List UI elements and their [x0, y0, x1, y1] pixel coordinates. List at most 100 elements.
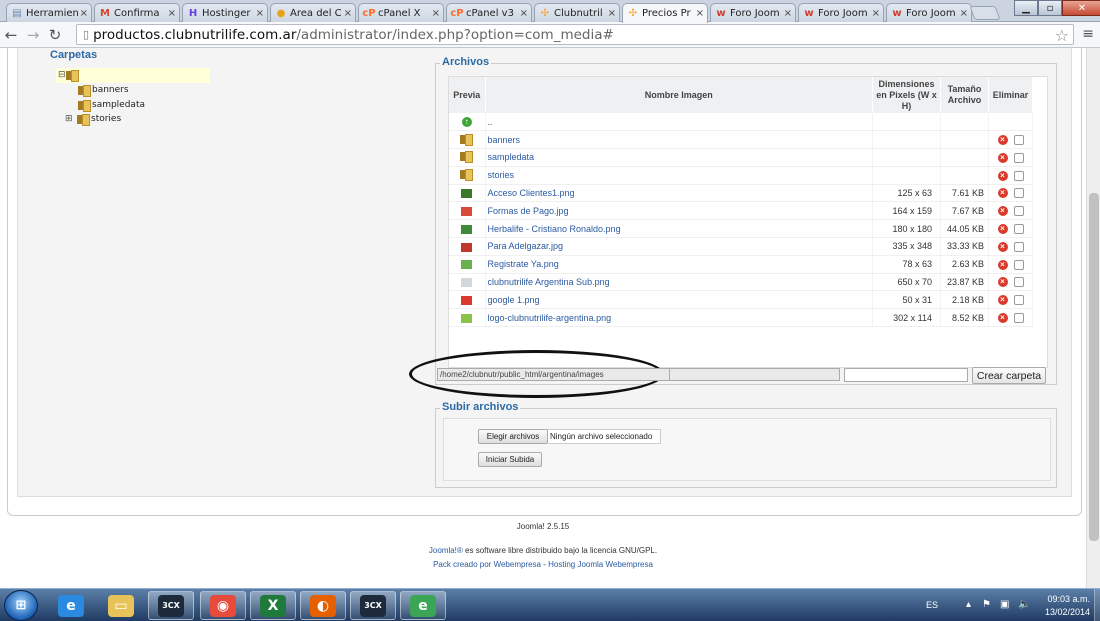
- close-tab-icon[interactable]: ×: [432, 8, 440, 19]
- image-thumbnail[interactable]: [461, 313, 473, 323]
- menu-icon[interactable]: ≡: [1082, 26, 1094, 42]
- folder-icon[interactable]: [459, 169, 473, 182]
- delete-checkbox[interactable]: [1013, 188, 1024, 199]
- delete-checkbox[interactable]: [1013, 259, 1024, 270]
- file-name-link[interactable]: banners: [485, 130, 873, 150]
- delete-icon[interactable]: ×: [997, 259, 1008, 270]
- tree-item-sampledata[interactable]: sampledata: [78, 100, 145, 112]
- delete-checkbox[interactable]: [1013, 135, 1024, 145]
- image-thumbnail[interactable]: [461, 189, 473, 199]
- minimize-button[interactable]: ▁: [1014, 0, 1038, 16]
- browser-tab[interactable]: w Foro Joom ×: [886, 3, 972, 22]
- delete-icon[interactable]: ×: [997, 241, 1008, 252]
- table-row[interactable]: Registrate Ya.png 78 x 63 2.63 KB ×: [449, 255, 1033, 274]
- close-tab-icon[interactable]: ×: [80, 8, 88, 19]
- close-tab-icon[interactable]: ×: [960, 8, 968, 19]
- scrollbar-thumb[interactable]: [1089, 193, 1099, 541]
- close-tab-icon[interactable]: ×: [168, 8, 176, 19]
- delete-checkbox[interactable]: [1013, 223, 1024, 234]
- close-tab-icon[interactable]: ×: [344, 8, 352, 19]
- image-thumbnail[interactable]: [461, 242, 473, 252]
- table-row[interactable]: logo-clubnutrilife-argentina.png 302 x 11…: [449, 308, 1033, 328]
- file-name-link[interactable]: sampledata: [485, 148, 873, 167]
- 3cx-icon[interactable]: 3CX: [148, 591, 194, 620]
- choose-files-button[interactable]: Elegir archivos: [478, 429, 548, 444]
- table-row[interactable]: Herbalife - Cristiano Ronaldo.png 180 x 1…: [449, 219, 1033, 239]
- explorer-icon[interactable]: ▭: [98, 591, 144, 620]
- image-thumbnail[interactable]: [461, 206, 473, 216]
- show-desktop-button[interactable]: [1094, 589, 1100, 621]
- tree-item-stories[interactable]: ⊞ stories: [65, 114, 121, 126]
- joomla-link[interactable]: Joomla!®: [429, 546, 463, 555]
- excel-icon[interactable]: X: [250, 591, 296, 620]
- address-bar[interactable]: ▯ productos.clubnutrilife.com.ar/adminis…: [76, 24, 1074, 45]
- maximize-button[interactable]: ▫: [1038, 0, 1062, 16]
- ie-icon[interactable]: e: [48, 591, 94, 620]
- file-name-link[interactable]: logo-clubnutrilife-argentina.png: [485, 308, 873, 328]
- tray-expand-icon[interactable]: ▴: [966, 599, 971, 610]
- image-thumbnail[interactable]: [461, 260, 473, 270]
- browser-tab[interactable]: ✣ Clubnutril ×: [534, 3, 620, 22]
- reload-icon[interactable]: ↻: [44, 26, 66, 44]
- file-name-link[interactable]: Acceso Clientes1.png: [485, 184, 873, 203]
- table-row[interactable]: google 1.png 50 x 31 2.18 KB ×: [449, 290, 1033, 310]
- table-row[interactable]: sampledata ×: [449, 148, 1033, 167]
- delete-checkbox[interactable]: [1013, 206, 1024, 217]
- close-tab-icon[interactable]: ×: [256, 8, 264, 19]
- browser-tab[interactable]: ● Área del C ×: [270, 3, 356, 22]
- browser-tab[interactable]: cP cPanel X ×: [358, 3, 444, 22]
- browser-tab[interactable]: M Confirma ×: [94, 3, 180, 22]
- close-tab-icon[interactable]: ×: [520, 8, 528, 19]
- close-tab-icon[interactable]: ×: [696, 8, 704, 19]
- close-tab-icon[interactable]: ×: [608, 8, 616, 19]
- file-name-link[interactable]: Para Adelgazar.jpg: [485, 237, 873, 256]
- delete-icon[interactable]: ×: [997, 277, 1008, 288]
- file-name-link[interactable]: Formas de Pago.jpg: [485, 201, 873, 221]
- globe-icon[interactable]: e: [400, 591, 446, 620]
- browser-tab[interactable]: cP cPanel v3 ×: [446, 3, 532, 22]
- browser-tab[interactable]: H Hostinger ×: [182, 3, 268, 22]
- image-thumbnail[interactable]: [461, 224, 473, 234]
- webempresa-pack-link[interactable]: Pack creado por Webempresa: [433, 560, 541, 569]
- delete-icon[interactable]: ×: [997, 170, 1008, 181]
- clock-time[interactable]: 09:03 a.m.: [1047, 594, 1090, 604]
- browser-tab[interactable]: ✣ Precios Pr ×: [622, 3, 708, 23]
- bookmark-star-icon[interactable]: ☆: [1055, 26, 1069, 45]
- start-button[interactable]: ⊞: [4, 590, 38, 621]
- table-row[interactable]: Formas de Pago.jpg 164 x 159 7.67 KB ×: [449, 201, 1033, 221]
- chrome-icon[interactable]: ◉: [200, 591, 246, 620]
- close-window-button[interactable]: ✕: [1062, 0, 1100, 16]
- language-indicator[interactable]: ES: [926, 600, 938, 610]
- browser-tab[interactable]: w Foro Joom ×: [710, 3, 796, 22]
- table-row[interactable]: banners ×: [449, 130, 1033, 150]
- create-folder-button[interactable]: Crear carpeta: [972, 367, 1046, 384]
- delete-icon[interactable]: ×: [997, 206, 1008, 217]
- table-row[interactable]: Para Adelgazar.jpg 335 x 348 33.33 KB ×: [449, 237, 1033, 256]
- expand-icon[interactable]: ⊞: [65, 114, 73, 124]
- delete-icon[interactable]: ×: [997, 152, 1008, 163]
- action-center-flag-icon[interactable]: ⚑: [982, 599, 991, 610]
- file-name-link[interactable]: Herbalife - Cristiano Ronaldo.png: [485, 219, 873, 239]
- file-name-link[interactable]: Registrate Ya.png: [485, 255, 873, 274]
- tree-root[interactable]: ⊟: [56, 68, 210, 83]
- delete-checkbox[interactable]: [1013, 295, 1024, 306]
- firefox-icon[interactable]: ◐: [300, 591, 346, 620]
- table-row[interactable]: Acceso Clientes1.png 125 x 63 7.61 KB ×: [449, 184, 1033, 203]
- browser-tab[interactable]: ▤ Herramien ×: [6, 3, 92, 22]
- delete-checkbox[interactable]: [1013, 170, 1024, 181]
- close-tab-icon[interactable]: ×: [872, 8, 880, 19]
- delete-icon[interactable]: ×: [997, 295, 1008, 306]
- folder-icon[interactable]: [459, 133, 473, 146]
- folder-name-input[interactable]: [844, 368, 968, 382]
- clock-date[interactable]: 13/02/2014: [1045, 607, 1090, 617]
- file-name-link[interactable]: google 1.png: [485, 290, 873, 310]
- table-row[interactable]: stories ×: [449, 166, 1033, 185]
- delete-icon[interactable]: ×: [997, 312, 1008, 323]
- network-icon[interactable]: ▣: [1000, 599, 1009, 610]
- tree-item-banners[interactable]: banners: [78, 85, 129, 97]
- file-name-link[interactable]: stories: [485, 166, 873, 185]
- table-row-up[interactable]: ↑ ..: [449, 113, 1033, 132]
- delete-icon[interactable]: ×: [997, 188, 1008, 199]
- back-icon[interactable]: ←: [0, 26, 22, 44]
- delete-checkbox[interactable]: [1013, 312, 1024, 323]
